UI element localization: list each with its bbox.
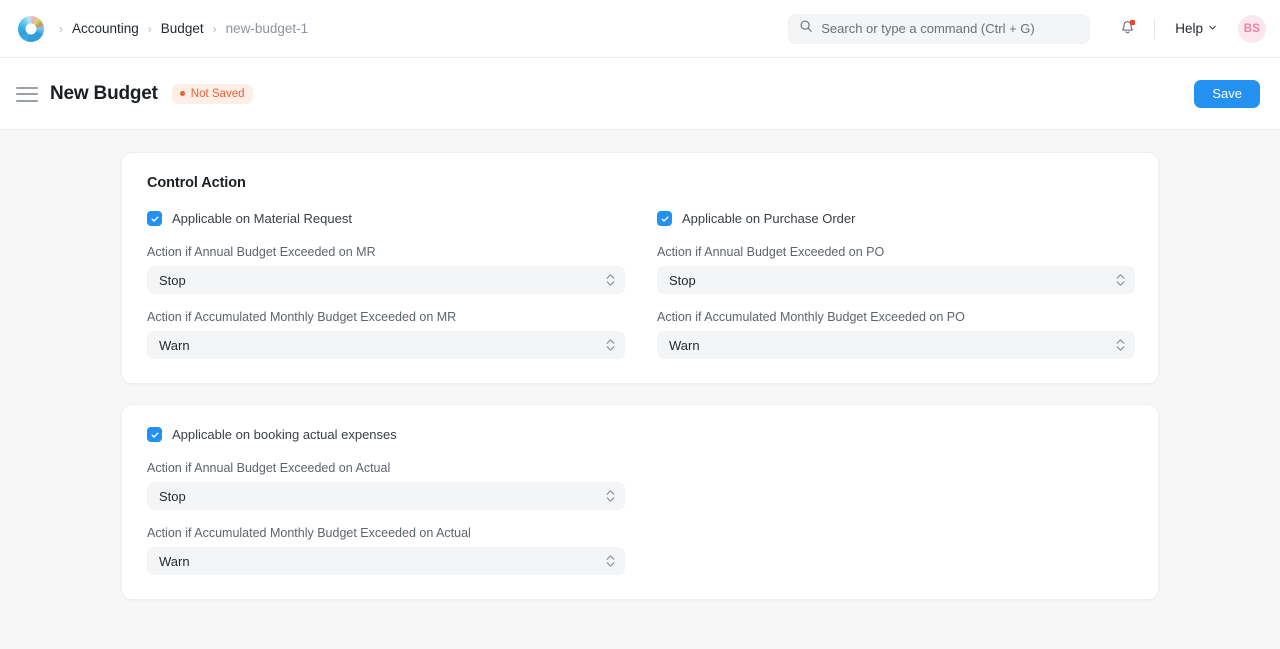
breadcrumb-item-current: new-budget-1: [222, 19, 313, 38]
field-annual-budget-po: Action if Annual Budget Exceeded on PO S…: [657, 245, 1135, 294]
breadcrumb-item-accounting[interactable]: Accounting: [68, 19, 143, 38]
select-value-annual-budget-actual: Stop: [159, 489, 186, 504]
field-label-annual-budget-actual: Action if Annual Budget Exceeded on Actu…: [147, 461, 625, 475]
select-value-annual-budget-po: Stop: [669, 273, 696, 288]
checkbox-label-booking-actual-expenses: Applicable on booking actual expenses: [172, 427, 397, 442]
checkbox-label-purchase-order: Applicable on Purchase Order: [682, 211, 855, 226]
control-action-card: Control Action Applicable on Material Re…: [121, 152, 1159, 384]
control-action-grid: Applicable on Material Request Action if…: [147, 211, 1133, 359]
help-menu[interactable]: Help: [1169, 17, 1224, 40]
actual-expenses-empty-column: [657, 427, 1133, 575]
select-value-annual-budget-mr: Stop: [159, 273, 186, 288]
chevron-updown-icon: [606, 555, 615, 567]
field-annual-budget-actual: Action if Annual Budget Exceeded on Actu…: [147, 461, 625, 510]
avatar[interactable]: BS: [1238, 15, 1266, 43]
checkbox-booking-actual-expenses[interactable]: [147, 427, 162, 442]
select-annual-budget-po[interactable]: Stop: [657, 266, 1135, 294]
frappe-logo-icon[interactable]: [18, 16, 44, 42]
status-dot-icon: [180, 91, 185, 96]
section-title-control-action: Control Action: [147, 175, 1133, 191]
field-monthly-budget-po: Action if Accumulated Monthly Budget Exc…: [657, 310, 1135, 359]
select-value-monthly-budget-actual: Warn: [159, 554, 190, 569]
select-monthly-budget-mr[interactable]: Warn: [147, 331, 625, 359]
form-body: Control Action Applicable on Material Re…: [0, 130, 1280, 649]
actual-expenses-grid: Applicable on booking actual expenses Ac…: [147, 427, 1133, 575]
status-badge-label: Not Saved: [191, 88, 245, 100]
select-annual-budget-actual[interactable]: Stop: [147, 482, 625, 510]
field-monthly-budget-mr: Action if Accumulated Monthly Budget Exc…: [147, 310, 625, 359]
purchase-order-column: Applicable on Purchase Order Action if A…: [657, 211, 1135, 359]
chevron-updown-icon: [606, 490, 615, 502]
navbar-right-group: Search or type a command (Ctrl + G) Help…: [788, 14, 1266, 44]
material-request-column: Applicable on Material Request Action if…: [147, 211, 625, 359]
notifications-button[interactable]: [1112, 14, 1142, 44]
status-badge: Not Saved: [172, 84, 254, 104]
field-label-annual-budget-mr: Action if Annual Budget Exceeded on MR: [147, 245, 625, 259]
hamburger-menu-icon[interactable]: [16, 86, 38, 102]
select-monthly-budget-po[interactable]: Warn: [657, 331, 1135, 359]
select-value-monthly-budget-po: Warn: [669, 338, 700, 353]
breadcrumb: › Accounting › Budget › new-budget-1: [56, 19, 312, 38]
checkbox-purchase-order[interactable]: [657, 211, 672, 226]
chevron-down-icon: [1207, 21, 1218, 36]
search-input[interactable]: Search or type a command (Ctrl + G): [788, 14, 1090, 44]
notification-badge: [1130, 20, 1135, 25]
field-label-monthly-budget-po: Action if Accumulated Monthly Budget Exc…: [657, 310, 1135, 324]
field-label-annual-budget-po: Action if Annual Budget Exceeded on PO: [657, 245, 1135, 259]
chevron-updown-icon: [606, 274, 615, 286]
search-icon: [799, 19, 813, 38]
checkbox-row-booking-actual-expenses[interactable]: Applicable on booking actual expenses: [147, 427, 625, 442]
chevron-updown-icon: [606, 339, 615, 351]
help-label: Help: [1175, 21, 1203, 36]
field-annual-budget-mr: Action if Annual Budget Exceeded on MR S…: [147, 245, 625, 294]
chevron-updown-icon: [1116, 274, 1125, 286]
page-header: New Budget Not Saved Save: [0, 58, 1280, 130]
field-label-monthly-budget-actual: Action if Accumulated Monthly Budget Exc…: [147, 526, 625, 540]
navbar-divider: [1154, 19, 1155, 39]
field-label-monthly-budget-mr: Action if Accumulated Monthly Budget Exc…: [147, 310, 625, 324]
select-annual-budget-mr[interactable]: Stop: [147, 266, 625, 294]
chevron-updown-icon: [1116, 339, 1125, 351]
breadcrumb-separator-0: ›: [56, 23, 66, 35]
checkbox-row-purchase-order[interactable]: Applicable on Purchase Order: [657, 211, 1135, 226]
breadcrumb-item-budget[interactable]: Budget: [157, 19, 208, 38]
select-value-monthly-budget-mr: Warn: [159, 338, 190, 353]
save-button[interactable]: Save: [1194, 80, 1260, 108]
checkbox-material-request[interactable]: [147, 211, 162, 226]
top-navbar: › Accounting › Budget › new-budget-1 Sea…: [0, 0, 1280, 58]
actual-expenses-card: Applicable on booking actual expenses Ac…: [121, 404, 1159, 600]
select-monthly-budget-actual[interactable]: Warn: [147, 547, 625, 575]
checkbox-label-material-request: Applicable on Material Request: [172, 211, 352, 226]
breadcrumb-separator-2: ›: [210, 23, 220, 35]
actual-expenses-column: Applicable on booking actual expenses Ac…: [147, 427, 625, 575]
page-title: New Budget: [50, 83, 158, 105]
checkbox-row-material-request[interactable]: Applicable on Material Request: [147, 211, 625, 226]
search-placeholder: Search or type a command (Ctrl + G): [821, 21, 1035, 36]
field-monthly-budget-actual: Action if Accumulated Monthly Budget Exc…: [147, 526, 625, 575]
breadcrumb-separator-1: ›: [145, 23, 155, 35]
